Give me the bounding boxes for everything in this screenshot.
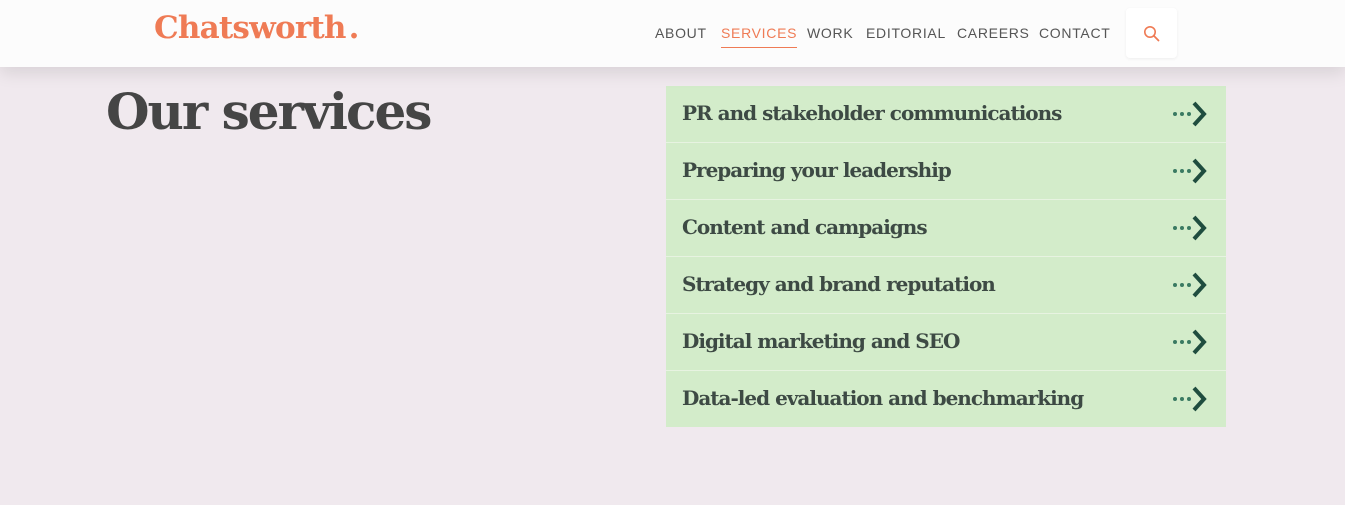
- service-label: Data-led evaluation and benchmarking: [682, 386, 1084, 410]
- nav-work[interactable]: WORK: [807, 24, 853, 42]
- nav-careers[interactable]: CAREERS: [957, 24, 1030, 42]
- service-label: PR and stakeholder communications: [682, 101, 1062, 125]
- site-header: Chatsworth. ABOUT SERVICES WORK EDITORIA…: [0, 0, 1345, 67]
- dotted-arrow-right-icon: [1173, 329, 1207, 355]
- dotted-arrow-right-icon: [1173, 215, 1207, 241]
- dotted-arrow-right-icon: [1173, 158, 1207, 184]
- service-item-digital[interactable]: Digital marketing and SEO: [666, 314, 1226, 371]
- dotted-arrow-right-icon: [1173, 386, 1207, 412]
- dotted-arrow-right-icon: [1173, 272, 1207, 298]
- logo-link[interactable]: Chatsworth.: [154, 10, 359, 46]
- service-item-pr[interactable]: PR and stakeholder communications: [666, 86, 1226, 143]
- search-icon: [1144, 26, 1160, 42]
- nav-editorial[interactable]: EDITORIAL: [866, 24, 946, 42]
- nav-about[interactable]: ABOUT: [655, 24, 707, 42]
- service-item-data[interactable]: Data-led evaluation and benchmarking: [666, 371, 1226, 427]
- service-label: Preparing your leadership: [682, 158, 952, 182]
- page-title: Our services: [106, 82, 432, 141]
- service-label: Digital marketing and SEO: [682, 329, 960, 353]
- service-item-strategy[interactable]: Strategy and brand reputation: [666, 257, 1226, 314]
- search-button[interactable]: [1126, 8, 1177, 58]
- logo-text: Chatsworth: [154, 10, 346, 46]
- nav-services[interactable]: SERVICES: [721, 24, 798, 48]
- service-item-content[interactable]: Content and campaigns: [666, 200, 1226, 257]
- service-item-leadership[interactable]: Preparing your leadership: [666, 143, 1226, 200]
- nav-contact[interactable]: CONTACT: [1039, 24, 1111, 42]
- dotted-arrow-right-icon: [1173, 101, 1207, 127]
- services-list: PR and stakeholder communications Prepar…: [666, 86, 1226, 427]
- service-label: Strategy and brand reputation: [682, 272, 996, 296]
- service-label: Content and campaigns: [682, 215, 928, 239]
- logo-dot: .: [348, 10, 360, 46]
